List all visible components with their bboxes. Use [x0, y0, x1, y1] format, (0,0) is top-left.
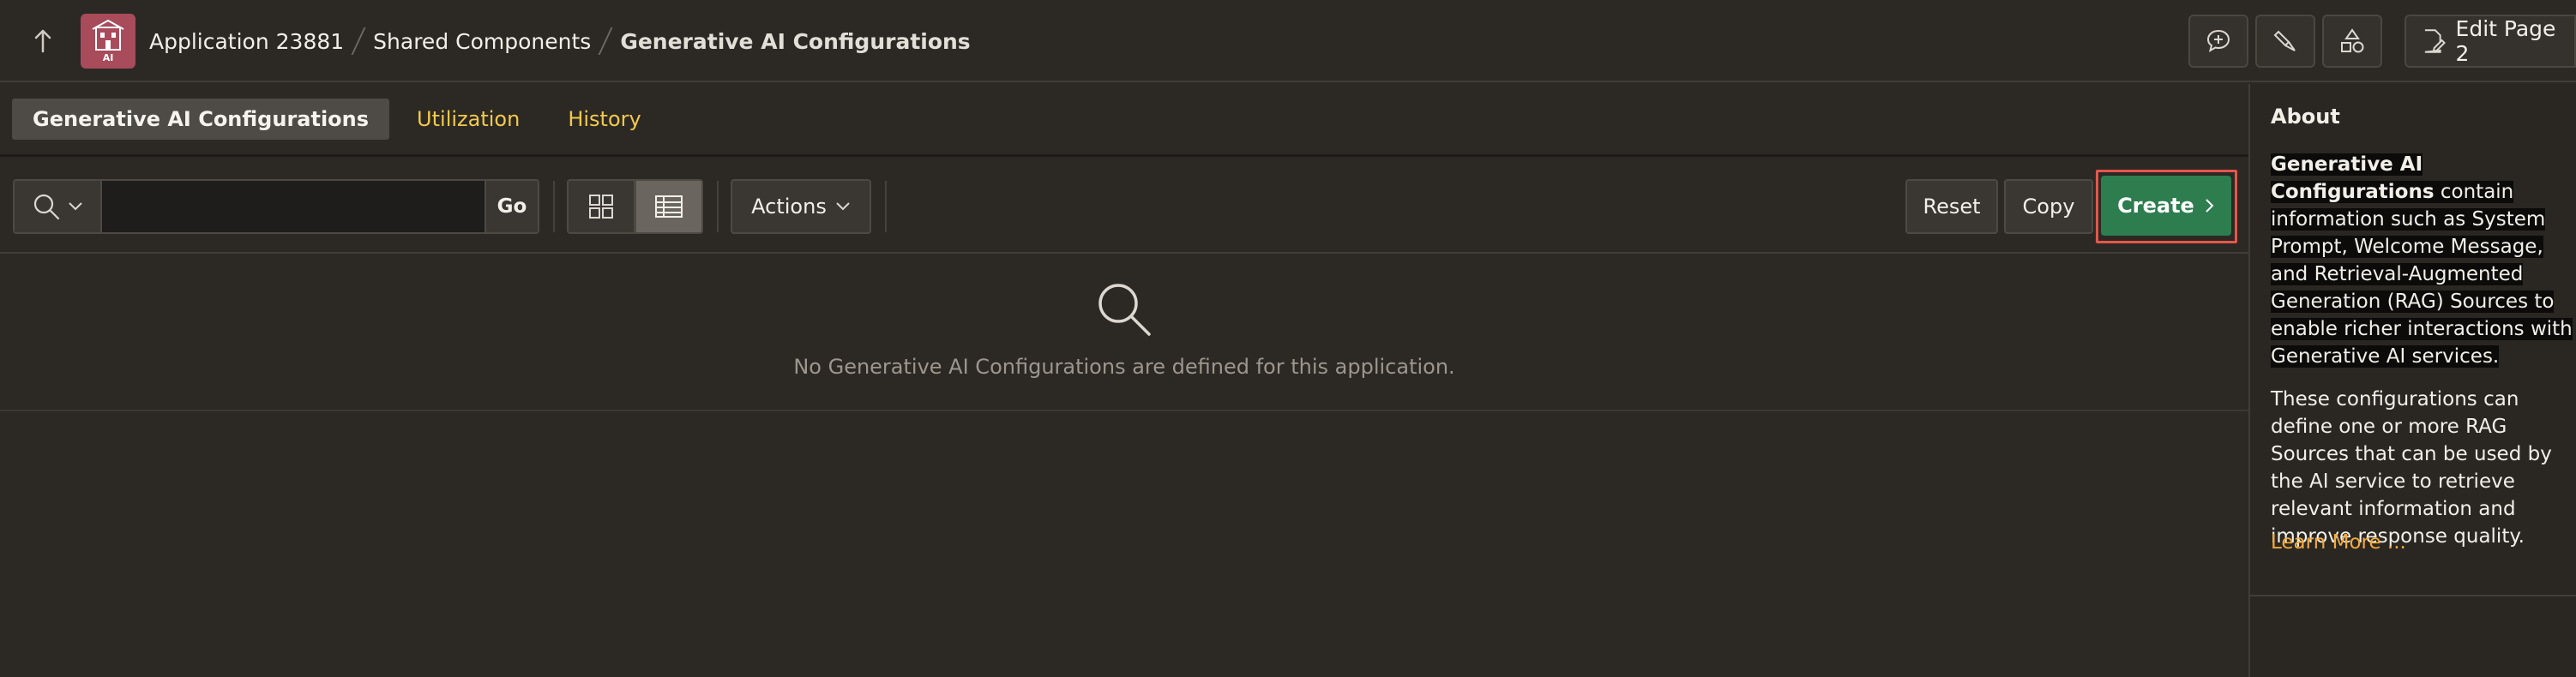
breadcrumb: Application 23881 Shared Components Gene… — [149, 26, 971, 57]
shared-components-button[interactable] — [2322, 15, 2382, 68]
actions-menu-button[interactable]: Actions — [731, 179, 871, 234]
breadcrumb-separator — [351, 27, 366, 55]
report-toolbar: Go Actions Reset Copy Create — [0, 154, 2248, 254]
search-icon — [1098, 284, 1151, 336]
up-arrow-icon[interactable] — [31, 26, 55, 57]
sidebar-divider — [2250, 595, 2576, 596]
breadcrumb-application[interactable]: Application 23881 — [149, 29, 344, 54]
sidebar-description: Generative AI Configurations contain inf… — [2271, 151, 2573, 370]
toolbar-divider — [885, 181, 887, 232]
comment-add-icon — [2206, 29, 2230, 53]
table-view-icon — [655, 195, 683, 218]
tab-generative-ai-configurations[interactable]: Generative AI Configurations — [12, 99, 390, 140]
chevron-down-icon — [836, 202, 850, 211]
tab-history[interactable]: History — [547, 99, 661, 140]
page-tabs: Generative AI Configurations Utilization… — [0, 84, 2248, 154]
empty-state: No Generative AI Configurations are defi… — [0, 254, 2248, 411]
edit-page-button[interactable]: Edit Page 2 — [2404, 15, 2576, 68]
theme-roller-button[interactable] — [2255, 15, 2315, 68]
create-button[interactable]: Create — [2101, 176, 2231, 236]
edit-page-label: Edit Page 2 — [2455, 16, 2556, 66]
feedback-button[interactable] — [2188, 15, 2248, 68]
go-button[interactable]: Go — [485, 181, 538, 232]
edit-page-icon — [2424, 29, 2446, 53]
tab-utilization[interactable]: Utilization — [396, 99, 540, 140]
report-view-button[interactable] — [635, 179, 703, 234]
icon-view-button[interactable] — [567, 179, 635, 234]
chevron-right-icon — [2206, 199, 2214, 213]
breadcrumb-current-page: Generative AI Configurations — [620, 28, 971, 54]
app-badge-text: AI — [102, 52, 114, 63]
about-sidebar: About Generative AI Configurations conta… — [2248, 84, 2576, 677]
breadcrumb-separator — [598, 27, 613, 55]
breadcrumb-shared-components[interactable]: Shared Components — [373, 29, 591, 54]
grid-view-icon — [589, 195, 613, 219]
search-bar: Go — [13, 179, 539, 234]
sidebar-description-bold: Generative AI Configurations — [2271, 153, 2435, 203]
create-label: Create — [2117, 194, 2194, 218]
toolbar-divider — [717, 181, 719, 232]
copy-button[interactable]: Copy — [2004, 179, 2093, 234]
app-logo[interactable]: AI — [81, 14, 135, 69]
sidebar-title: About — [2271, 105, 2340, 129]
learn-more-link[interactable]: Learn More ... — [2271, 531, 2406, 554]
shapes-icon — [2341, 28, 2364, 53]
empty-state-message: No Generative AI Configurations are defi… — [793, 355, 1455, 379]
search-column-selector[interactable] — [15, 181, 102, 232]
brush-icon — [2273, 30, 2296, 51]
search-icon — [33, 194, 60, 220]
sidebar-rag-description: These configurations can define one or m… — [2271, 388, 2552, 548]
sidebar-description-text: contain information such as System Promp… — [2271, 181, 2573, 368]
actions-label: Actions — [751, 195, 827, 219]
search-input[interactable] — [104, 181, 485, 232]
top-header: AI Application 23881 Shared Components G… — [0, 0, 2576, 82]
page: AI Application 23881 Shared Components G… — [0, 0, 2576, 677]
toolbar-divider — [553, 181, 555, 232]
reset-button[interactable]: Reset — [1905, 179, 1998, 234]
chevron-down-icon — [69, 202, 82, 211]
